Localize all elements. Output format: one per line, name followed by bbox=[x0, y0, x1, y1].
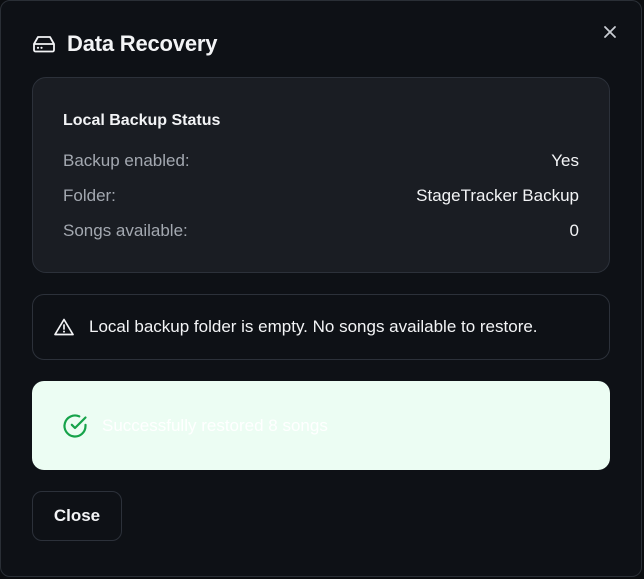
close-icon[interactable] bbox=[599, 21, 621, 43]
status-label: Backup enabled: bbox=[63, 151, 190, 170]
data-recovery-dialog: Data Recovery Local Backup Status Backup… bbox=[0, 0, 642, 577]
empty-backup-alert: Local backup folder is empty. No songs a… bbox=[32, 294, 610, 360]
success-message: Successfully restored 8 songs bbox=[102, 415, 328, 435]
backup-status-card: Local Backup Status Backup enabled: Yes … bbox=[32, 77, 610, 273]
status-row-songs-available: Songs available: 0 bbox=[63, 221, 579, 241]
close-button[interactable]: Close bbox=[32, 491, 122, 541]
dialog-title: Data Recovery bbox=[67, 31, 218, 56]
status-value: 0 bbox=[569, 221, 579, 240]
status-heading: Local Backup Status bbox=[63, 112, 221, 129]
warning-icon bbox=[54, 317, 74, 337]
status-label: Songs available: bbox=[63, 221, 188, 240]
dialog-header: Data Recovery bbox=[33, 31, 217, 57]
hard-drive-icon bbox=[33, 33, 55, 55]
status-row-folder: Folder: StageTracker Backup bbox=[63, 186, 579, 206]
status-value: Yes bbox=[551, 151, 579, 170]
check-circle-icon bbox=[62, 413, 88, 439]
alert-message: Local backup folder is empty. No songs a… bbox=[89, 317, 538, 336]
restore-success-banner: Successfully restored 8 songs bbox=[32, 381, 610, 470]
status-label: Folder: bbox=[63, 186, 116, 205]
status-value: StageTracker Backup bbox=[416, 186, 579, 205]
status-row-backup-enabled: Backup enabled: Yes bbox=[63, 151, 579, 171]
